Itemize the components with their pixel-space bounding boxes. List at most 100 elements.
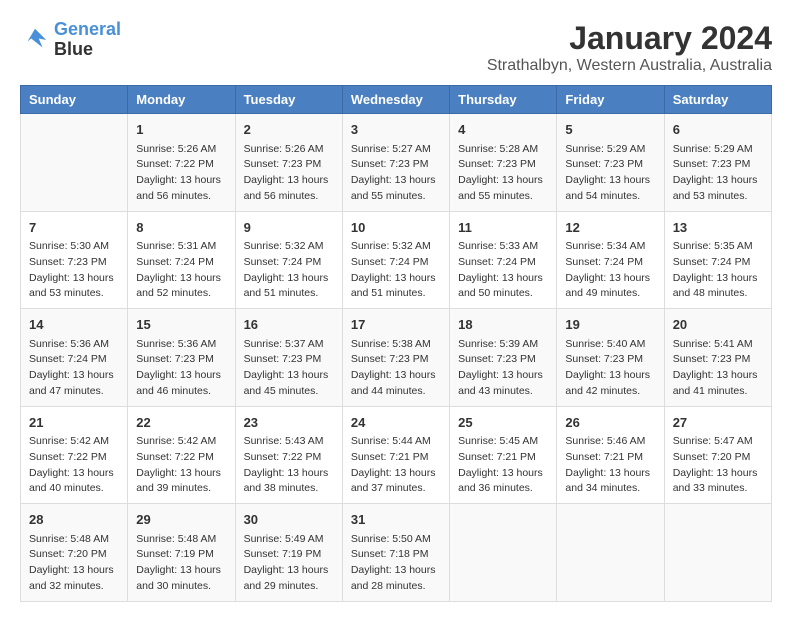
day-number: 8 <box>136 218 226 238</box>
calendar-cell: 3Sunrise: 5:27 AMSunset: 7:23 PMDaylight… <box>342 114 449 212</box>
calendar-header-saturday: Saturday <box>664 86 771 114</box>
calendar-cell <box>664 504 771 602</box>
day-info: Sunrise: 5:43 AMSunset: 7:22 PMDaylight:… <box>244 434 334 497</box>
day-number: 9 <box>244 218 334 238</box>
day-info: Sunrise: 5:48 AMSunset: 7:20 PMDaylight:… <box>29 532 119 595</box>
day-info: Sunrise: 5:39 AMSunset: 7:23 PMDaylight:… <box>458 337 548 400</box>
day-info: Sunrise: 5:26 AMSunset: 7:22 PMDaylight:… <box>136 142 226 205</box>
calendar-header-wednesday: Wednesday <box>342 86 449 114</box>
calendar-cell: 16Sunrise: 5:37 AMSunset: 7:23 PMDayligh… <box>235 309 342 407</box>
calendar-cell: 20Sunrise: 5:41 AMSunset: 7:23 PMDayligh… <box>664 309 771 407</box>
day-number: 13 <box>673 218 763 238</box>
day-number: 7 <box>29 218 119 238</box>
calendar-cell: 8Sunrise: 5:31 AMSunset: 7:24 PMDaylight… <box>128 211 235 309</box>
calendar-header-thursday: Thursday <box>450 86 557 114</box>
calendar-week-row: 28Sunrise: 5:48 AMSunset: 7:20 PMDayligh… <box>21 504 772 602</box>
calendar-cell: 28Sunrise: 5:48 AMSunset: 7:20 PMDayligh… <box>21 504 128 602</box>
calendar-week-row: 7Sunrise: 5:30 AMSunset: 7:23 PMDaylight… <box>21 211 772 309</box>
day-number: 11 <box>458 218 548 238</box>
calendar-cell: 26Sunrise: 5:46 AMSunset: 7:21 PMDayligh… <box>557 406 664 504</box>
calendar-cell: 13Sunrise: 5:35 AMSunset: 7:24 PMDayligh… <box>664 211 771 309</box>
day-number: 29 <box>136 510 226 530</box>
day-info: Sunrise: 5:47 AMSunset: 7:20 PMDaylight:… <box>673 434 763 497</box>
calendar-cell: 31Sunrise: 5:50 AMSunset: 7:18 PMDayligh… <box>342 504 449 602</box>
calendar-cell: 22Sunrise: 5:42 AMSunset: 7:22 PMDayligh… <box>128 406 235 504</box>
day-number: 17 <box>351 315 441 335</box>
calendar-week-row: 21Sunrise: 5:42 AMSunset: 7:22 PMDayligh… <box>21 406 772 504</box>
calendar-cell: 2Sunrise: 5:26 AMSunset: 7:23 PMDaylight… <box>235 114 342 212</box>
calendar-header-friday: Friday <box>557 86 664 114</box>
calendar-cell: 29Sunrise: 5:48 AMSunset: 7:19 PMDayligh… <box>128 504 235 602</box>
day-number: 26 <box>565 413 655 433</box>
day-number: 12 <box>565 218 655 238</box>
day-info: Sunrise: 5:27 AMSunset: 7:23 PMDaylight:… <box>351 142 441 205</box>
day-number: 23 <box>244 413 334 433</box>
day-info: Sunrise: 5:34 AMSunset: 7:24 PMDaylight:… <box>565 239 655 302</box>
calendar-cell <box>21 114 128 212</box>
day-number: 16 <box>244 315 334 335</box>
calendar-cell: 12Sunrise: 5:34 AMSunset: 7:24 PMDayligh… <box>557 211 664 309</box>
day-info: Sunrise: 5:37 AMSunset: 7:23 PMDaylight:… <box>244 337 334 400</box>
logo-text: GeneralBlue <box>54 20 121 60</box>
day-info: Sunrise: 5:38 AMSunset: 7:23 PMDaylight:… <box>351 337 441 400</box>
day-number: 19 <box>565 315 655 335</box>
calendar-cell <box>450 504 557 602</box>
day-number: 25 <box>458 413 548 433</box>
calendar-cell: 1Sunrise: 5:26 AMSunset: 7:22 PMDaylight… <box>128 114 235 212</box>
day-number: 15 <box>136 315 226 335</box>
day-info: Sunrise: 5:41 AMSunset: 7:23 PMDaylight:… <box>673 337 763 400</box>
calendar-cell <box>557 504 664 602</box>
day-info: Sunrise: 5:46 AMSunset: 7:21 PMDaylight:… <box>565 434 655 497</box>
day-number: 21 <box>29 413 119 433</box>
day-info: Sunrise: 5:44 AMSunset: 7:21 PMDaylight:… <box>351 434 441 497</box>
calendar-cell: 21Sunrise: 5:42 AMSunset: 7:22 PMDayligh… <box>21 406 128 504</box>
calendar-cell: 4Sunrise: 5:28 AMSunset: 7:23 PMDaylight… <box>450 114 557 212</box>
calendar-week-row: 14Sunrise: 5:36 AMSunset: 7:24 PMDayligh… <box>21 309 772 407</box>
calendar-cell: 18Sunrise: 5:39 AMSunset: 7:23 PMDayligh… <box>450 309 557 407</box>
day-number: 27 <box>673 413 763 433</box>
day-number: 4 <box>458 120 548 140</box>
day-info: Sunrise: 5:40 AMSunset: 7:23 PMDaylight:… <box>565 337 655 400</box>
day-number: 31 <box>351 510 441 530</box>
day-number: 5 <box>565 120 655 140</box>
day-number: 30 <box>244 510 334 530</box>
day-info: Sunrise: 5:42 AMSunset: 7:22 PMDaylight:… <box>136 434 226 497</box>
calendar-week-row: 1Sunrise: 5:26 AMSunset: 7:22 PMDaylight… <box>21 114 772 212</box>
logo-bird-icon <box>20 25 50 55</box>
calendar-cell: 30Sunrise: 5:49 AMSunset: 7:19 PMDayligh… <box>235 504 342 602</box>
day-info: Sunrise: 5:42 AMSunset: 7:22 PMDaylight:… <box>29 434 119 497</box>
calendar-cell: 25Sunrise: 5:45 AMSunset: 7:21 PMDayligh… <box>450 406 557 504</box>
day-info: Sunrise: 5:32 AMSunset: 7:24 PMDaylight:… <box>244 239 334 302</box>
calendar-header-row: SundayMondayTuesdayWednesdayThursdayFrid… <box>21 86 772 114</box>
title-area: January 2024 Strathalbyn, Western Austra… <box>487 20 772 75</box>
day-number: 22 <box>136 413 226 433</box>
day-info: Sunrise: 5:31 AMSunset: 7:24 PMDaylight:… <box>136 239 226 302</box>
day-info: Sunrise: 5:30 AMSunset: 7:23 PMDaylight:… <box>29 239 119 302</box>
day-info: Sunrise: 5:36 AMSunset: 7:23 PMDaylight:… <box>136 337 226 400</box>
calendar-cell: 5Sunrise: 5:29 AMSunset: 7:23 PMDaylight… <box>557 114 664 212</box>
day-number: 10 <box>351 218 441 238</box>
calendar-cell: 17Sunrise: 5:38 AMSunset: 7:23 PMDayligh… <box>342 309 449 407</box>
calendar-cell: 23Sunrise: 5:43 AMSunset: 7:22 PMDayligh… <box>235 406 342 504</box>
day-info: Sunrise: 5:26 AMSunset: 7:23 PMDaylight:… <box>244 142 334 205</box>
calendar-header-tuesday: Tuesday <box>235 86 342 114</box>
calendar-cell: 27Sunrise: 5:47 AMSunset: 7:20 PMDayligh… <box>664 406 771 504</box>
page-header: GeneralBlue January 2024 Strathalbyn, We… <box>20 20 772 75</box>
day-number: 18 <box>458 315 548 335</box>
calendar-table: SundayMondayTuesdayWednesdayThursdayFrid… <box>20 85 772 602</box>
day-number: 28 <box>29 510 119 530</box>
calendar-cell: 14Sunrise: 5:36 AMSunset: 7:24 PMDayligh… <box>21 309 128 407</box>
logo: GeneralBlue <box>20 20 121 60</box>
calendar-cell: 6Sunrise: 5:29 AMSunset: 7:23 PMDaylight… <box>664 114 771 212</box>
day-info: Sunrise: 5:29 AMSunset: 7:23 PMDaylight:… <box>565 142 655 205</box>
day-info: Sunrise: 5:32 AMSunset: 7:24 PMDaylight:… <box>351 239 441 302</box>
day-number: 2 <box>244 120 334 140</box>
day-info: Sunrise: 5:48 AMSunset: 7:19 PMDaylight:… <box>136 532 226 595</box>
page-title: January 2024 <box>487 20 772 57</box>
calendar-header-monday: Monday <box>128 86 235 114</box>
calendar-cell: 10Sunrise: 5:32 AMSunset: 7:24 PMDayligh… <box>342 211 449 309</box>
calendar-cell: 11Sunrise: 5:33 AMSunset: 7:24 PMDayligh… <box>450 211 557 309</box>
day-info: Sunrise: 5:36 AMSunset: 7:24 PMDaylight:… <box>29 337 119 400</box>
day-number: 20 <box>673 315 763 335</box>
calendar-cell: 24Sunrise: 5:44 AMSunset: 7:21 PMDayligh… <box>342 406 449 504</box>
